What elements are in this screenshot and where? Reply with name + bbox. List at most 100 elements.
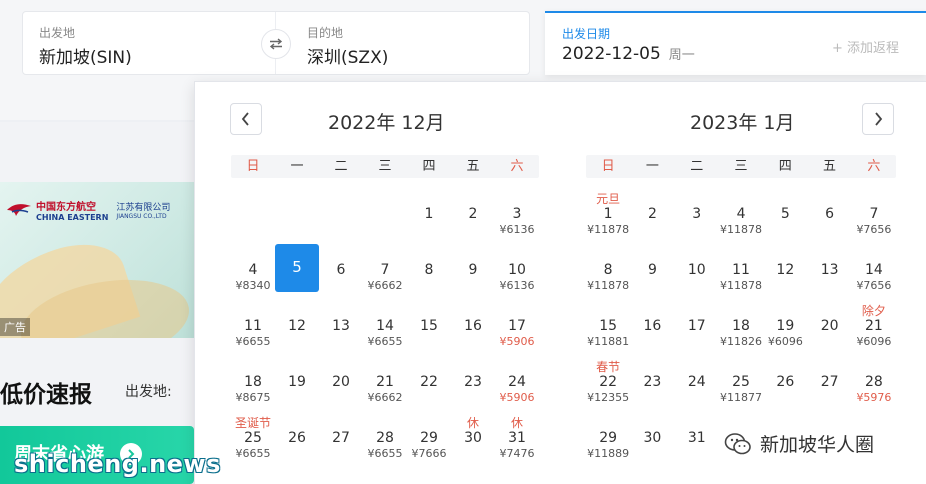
day-cell[interactable]: 23 [451, 360, 495, 408]
day-cell[interactable]: 27 [808, 360, 852, 408]
day-cell[interactable]: 9 [630, 248, 674, 296]
day-price: ¥8340 [235, 279, 271, 292]
day-cell[interactable]: 10 ¥6136 [495, 248, 539, 296]
day-cell[interactable]: 12 [763, 248, 807, 296]
day-price: ¥6662 [367, 391, 403, 404]
day-cell[interactable]: 19 ¥6096 [763, 304, 807, 352]
day-cell[interactable]: 4 ¥11878 [719, 192, 763, 240]
day-cell[interactable]: 14 ¥7656 [852, 248, 896, 296]
day-cell[interactable]: 24 [675, 360, 719, 408]
day-cell[interactable]: 9 [451, 248, 495, 296]
day-cell[interactable]: 7 ¥7656 [852, 192, 896, 240]
day-price: ¥11878 [587, 279, 630, 292]
day-cell[interactable]: 元旦 1 ¥11878 [586, 192, 630, 240]
watermark-right-text: 新加坡华人圈 [760, 434, 875, 456]
day-cell[interactable]: 20 [319, 360, 363, 408]
day-cell[interactable]: 除夕 21 ¥6096 [852, 304, 896, 352]
day-number: 14 [865, 262, 883, 278]
day-cell[interactable]: 14 ¥6655 [363, 304, 407, 352]
day-cell[interactable]: 3 [675, 192, 719, 240]
day-cell[interactable]: 30 [630, 416, 674, 464]
day-cell-selected[interactable]: 5 [275, 244, 319, 292]
day-number: 20 [820, 318, 839, 334]
day-cell[interactable]: 15 ¥11881 [586, 304, 630, 352]
day-price-lowest: ¥5906 [499, 391, 535, 404]
day-cell[interactable]: 春节 22 ¥12355 [586, 360, 630, 408]
day-price: ¥11881 [587, 335, 630, 348]
day-cell[interactable]: 13 [808, 248, 852, 296]
day-cell[interactable]: 6 [808, 192, 852, 240]
day-cell[interactable]: 2 [630, 192, 674, 240]
day-price: ¥6136 [499, 223, 535, 236]
day-cell[interactable]: 4 ¥8340 [231, 248, 275, 296]
day-cell[interactable]: 5 [763, 192, 807, 240]
weekday-label: 六 [510, 159, 524, 174]
swap-route-button[interactable] [261, 29, 291, 59]
day-number: 13 [332, 318, 350, 334]
day-cell[interactable]: 29 ¥7666 [407, 416, 451, 464]
airline-name-en: CHINA EASTERN [36, 213, 109, 222]
day-cell[interactable]: 7 ¥6662 [363, 248, 407, 296]
from-value[interactable]: 新加坡(SIN) [39, 43, 132, 68]
to-field[interactable]: 目的地 深圳(SZX) [307, 12, 507, 74]
day-cell[interactable]: 23 [630, 360, 674, 408]
day-cell[interactable]: 13 [319, 304, 363, 352]
route-panel: 出发地 新加坡(SIN) 目的地 深圳(SZX) [22, 11, 530, 75]
day-number: 30 [464, 430, 482, 446]
next-month-button[interactable] [862, 103, 894, 135]
weekday-label: 六 [867, 159, 881, 174]
day-cell[interactable]: 25 ¥11877 [719, 360, 763, 408]
day-cell[interactable]: 17 [675, 304, 719, 352]
day-cell[interactable]: 19 [275, 360, 319, 408]
day-cell[interactable]: 16 [451, 304, 495, 352]
day-number: 22 [599, 374, 618, 390]
day-cell[interactable]: 1 [407, 192, 451, 240]
day-price: ¥6655 [235, 335, 271, 348]
day-cell[interactable]: 21 ¥6662 [363, 360, 407, 408]
day-cell[interactable]: 31 [675, 416, 719, 464]
day-cell[interactable]: 11 ¥11878 [719, 248, 763, 296]
holiday-label: 休 [510, 416, 523, 430]
day-cell[interactable]: 6 [319, 248, 363, 296]
to-value[interactable]: 深圳(SZX) [307, 43, 388, 68]
day-cell[interactable]: 22 [407, 360, 451, 408]
day-cell[interactable]: 8 [407, 248, 451, 296]
day-number: 25 [244, 430, 262, 446]
day-cell[interactable]: 20 [808, 304, 852, 352]
day-cell[interactable]: 10 [675, 248, 719, 296]
day-cell[interactable]: 8 ¥11878 [586, 248, 630, 296]
depart-date-value[interactable]: 2022-12-05 周一 [562, 44, 695, 64]
day-cell[interactable]: 29 ¥11889 [586, 416, 630, 464]
day-cell[interactable]: 休 30 [451, 416, 495, 464]
day-cell[interactable]: 26 [275, 416, 319, 464]
day-cell[interactable]: 12 [275, 304, 319, 352]
swap-arrows-icon [269, 38, 283, 50]
depart-date-field[interactable]: 出发日期 2022-12-05 周一 [562, 13, 822, 75]
day-cell[interactable]: 17 ¥5906 [495, 304, 539, 352]
wechat-icon [724, 432, 751, 454]
day-cell[interactable]: 18 ¥11826 [719, 304, 763, 352]
day-cell[interactable]: 26 [763, 360, 807, 408]
day-cell[interactable]: 27 [319, 416, 363, 464]
day-cell[interactable]: 28 ¥5976 [852, 360, 896, 408]
month-title: 2022年 12月 [328, 112, 445, 134]
deals-title: 低价速报 [0, 382, 92, 408]
prev-month-button[interactable] [230, 103, 262, 135]
day-cell[interactable]: 16 [630, 304, 674, 352]
day-number: 31 [687, 430, 706, 446]
add-return-button[interactable]: + 添加返程 [832, 37, 899, 56]
day-number: 26 [288, 430, 306, 446]
day-cell[interactable]: 28 ¥6655 [363, 416, 407, 464]
day-price: ¥6655 [235, 447, 271, 460]
day-cell[interactable]: 11 ¥6655 [231, 304, 275, 352]
day-cell[interactable]: 休 31 ¥7476 [495, 416, 539, 464]
ad-banner[interactable]: 中国东方航空 CHINA EASTERN 江苏有限公司 JIANGSU CO.,… [0, 182, 194, 338]
day-cell[interactable]: 圣诞节 25 ¥6655 [231, 416, 275, 464]
chevron-right-icon [875, 112, 883, 126]
day-cell[interactable]: 18 ¥8675 [231, 360, 275, 408]
day-cell[interactable]: 15 [407, 304, 451, 352]
day-cell[interactable]: 3 ¥6136 [495, 192, 539, 240]
day-cell[interactable]: 24 ¥5906 [495, 360, 539, 408]
day-cell[interactable]: 2 [451, 192, 495, 240]
from-field[interactable]: 出发地 新加坡(SIN) [39, 12, 259, 74]
